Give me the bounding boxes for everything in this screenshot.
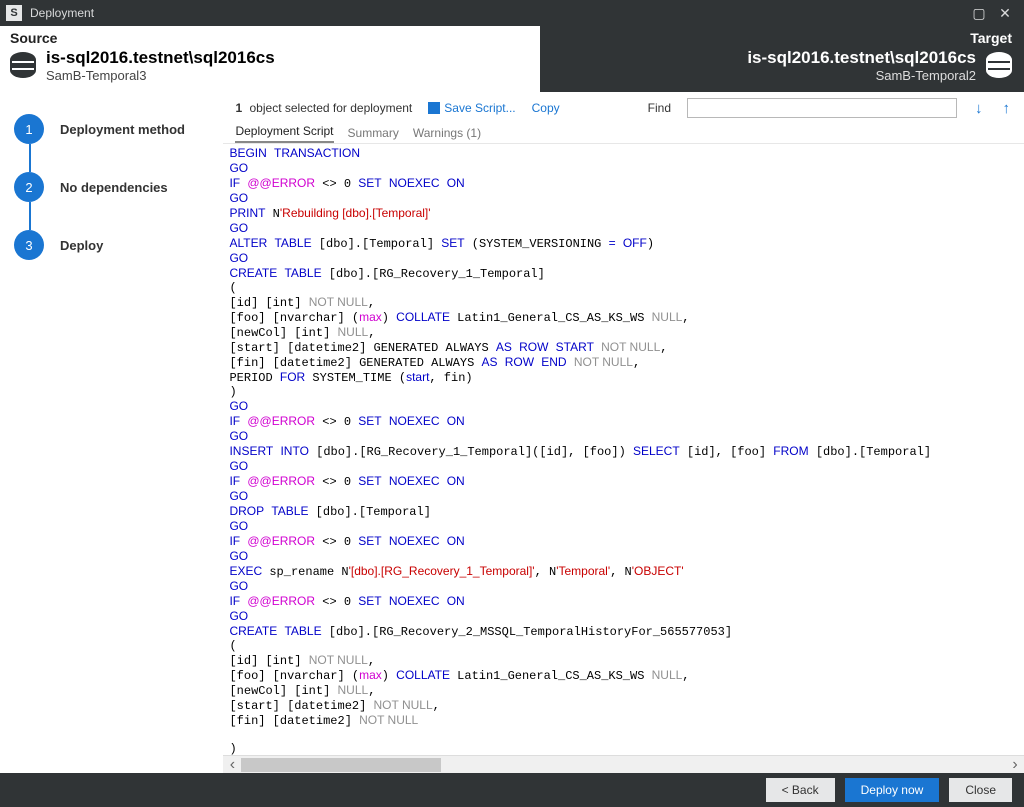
step-label: No dependencies xyxy=(60,180,168,195)
scroll-thumb[interactable] xyxy=(241,758,441,772)
save-icon xyxy=(428,102,440,114)
save-script-label: Save Script... xyxy=(444,101,515,115)
source-database: SamB-Temporal3 xyxy=(46,68,275,83)
footer: < Back Deploy now Close xyxy=(0,773,1024,807)
target-server: is-sql2016.testnet\sql2016cs xyxy=(747,48,976,68)
step-deployment-method[interactable]: 1 Deployment method xyxy=(14,114,209,144)
step-label: Deploy xyxy=(60,238,103,253)
selected-count: 1 xyxy=(235,101,242,115)
script-tabs: Deployment Script Summary Warnings (1) xyxy=(223,124,1024,144)
back-button[interactable]: < Back xyxy=(766,778,835,802)
header: Source is-sql2016.testnet\sql2016cs SamB… xyxy=(0,26,1024,92)
arrow-divider-icon xyxy=(504,26,540,92)
source-server: is-sql2016.testnet\sql2016cs xyxy=(46,48,275,68)
find-label: Find xyxy=(648,101,671,115)
copy-button[interactable]: Copy xyxy=(532,101,560,115)
step-connector xyxy=(29,202,31,230)
titlebar: S Deployment ▢ ✕ xyxy=(0,0,1024,26)
scroll-right-icon[interactable]: › xyxy=(1006,756,1024,774)
step-deploy[interactable]: 3 Deploy xyxy=(14,230,209,260)
find-prev-up-icon[interactable]: ↑ xyxy=(1001,100,1013,117)
deployment-script-view[interactable]: BEGIN TRANSACTION GO IF @@ERROR <> 0 SET… xyxy=(223,144,1024,755)
step-number-icon: 2 xyxy=(14,172,44,202)
step-no-dependencies[interactable]: 2 No dependencies xyxy=(14,172,209,202)
deploy-now-button[interactable]: Deploy now xyxy=(845,778,940,802)
selected-count-label: object selected for deployment xyxy=(250,101,413,115)
step-number-icon: 1 xyxy=(14,114,44,144)
wizard-steps: 1 Deployment method 2 No dependencies 3 … xyxy=(0,92,223,773)
app-logo-icon: S xyxy=(6,5,22,21)
find-input[interactable] xyxy=(687,98,957,118)
maximize-icon[interactable]: ▢ xyxy=(966,5,992,22)
target-label: Target xyxy=(540,30,1012,46)
tab-deployment-script[interactable]: Deployment Script xyxy=(235,124,333,143)
tab-warnings[interactable]: Warnings (1) xyxy=(413,126,481,143)
source-panel: Source is-sql2016.testnet\sql2016cs SamB… xyxy=(0,26,540,92)
database-icon xyxy=(10,52,36,82)
scroll-left-icon[interactable]: ‹ xyxy=(223,756,241,774)
save-script-button[interactable]: Save Script... xyxy=(428,101,515,115)
step-label: Deployment method xyxy=(60,122,185,137)
step-connector xyxy=(29,144,31,172)
target-database: SamB-Temporal2 xyxy=(747,68,976,83)
toolbar: 1 object selected for deployment Save Sc… xyxy=(223,92,1024,124)
find-next-down-icon[interactable]: ↓ xyxy=(973,100,985,117)
database-icon xyxy=(986,52,1012,82)
target-panel: Target is-sql2016.testnet\sql2016cs SamB… xyxy=(540,26,1024,92)
window-title: Deployment xyxy=(30,6,966,20)
horizontal-scrollbar[interactable]: ‹ › xyxy=(223,755,1024,773)
close-button[interactable]: Close xyxy=(949,778,1012,802)
step-number-icon: 3 xyxy=(14,230,44,260)
source-label: Source xyxy=(10,30,530,46)
close-icon[interactable]: ✕ xyxy=(992,5,1018,22)
tab-summary[interactable]: Summary xyxy=(348,126,399,143)
